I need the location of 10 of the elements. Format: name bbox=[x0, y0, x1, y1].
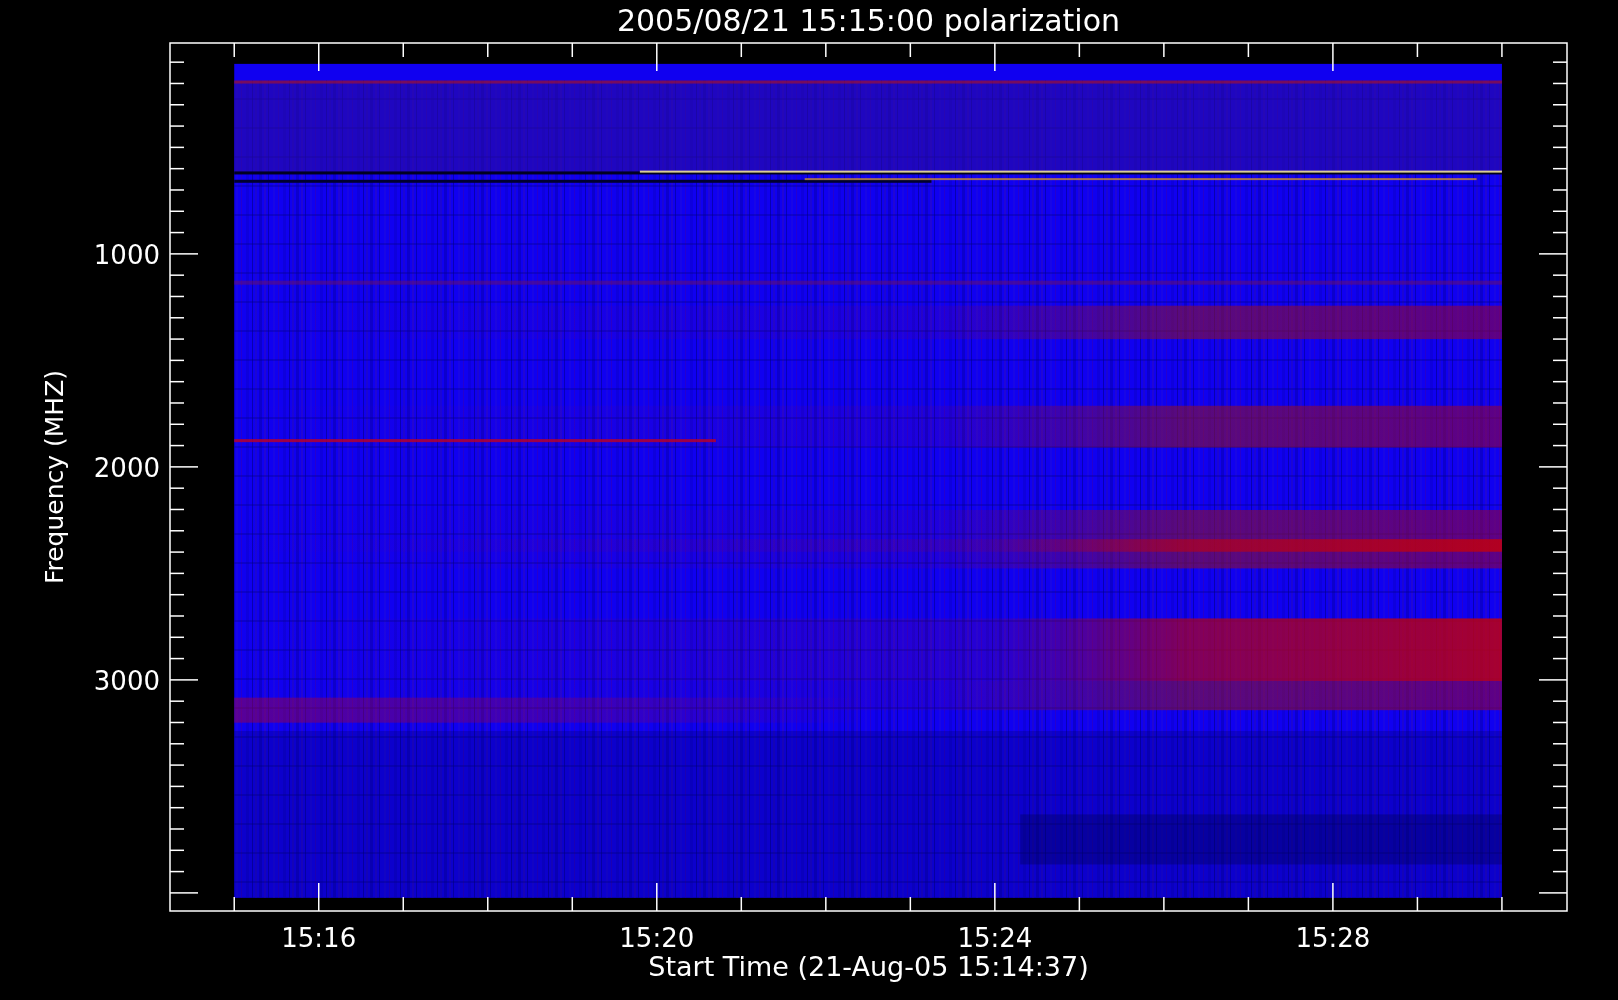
plot-title: 2005/08/21 15:15:00 polarization bbox=[616, 3, 1121, 38]
tick-label: 1000 bbox=[93, 239, 160, 270]
tick-label: 15:28 bbox=[1295, 923, 1371, 953]
tick-label: 15:16 bbox=[281, 923, 357, 953]
tick-label: 3000 bbox=[93, 665, 160, 696]
axis-label: Frequency (MHZ) bbox=[40, 369, 69, 585]
axis-label: Start Time (21-Aug-05 15:14:37) bbox=[648, 951, 1089, 982]
tick-label: 15:20 bbox=[619, 923, 695, 953]
tick-label: 15:24 bbox=[957, 923, 1033, 953]
tick-label: 2000 bbox=[93, 452, 160, 483]
